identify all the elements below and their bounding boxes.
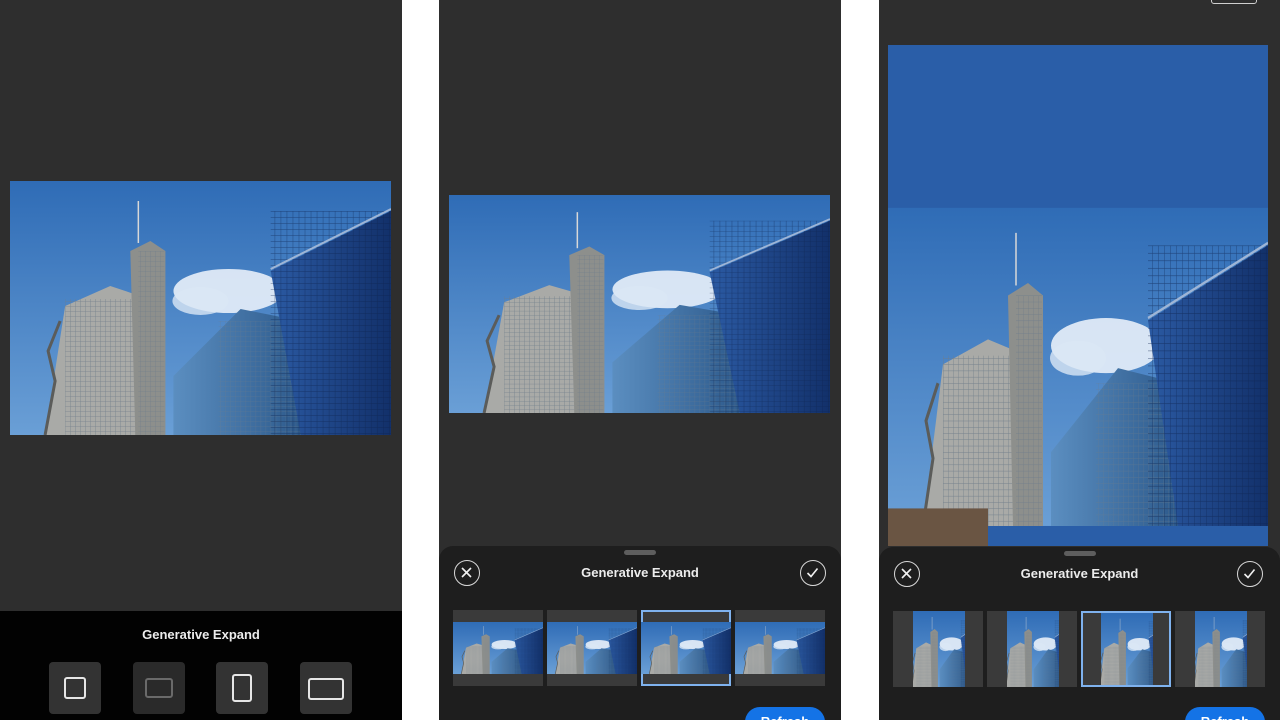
photo-preview	[449, 195, 830, 413]
confirm-button[interactable]	[800, 560, 826, 586]
aspect-original-button	[133, 662, 185, 714]
landscape-ratio-icon	[308, 678, 344, 700]
variation-thumbnail-2[interactable]	[547, 610, 637, 686]
aspect-landscape-button[interactable]	[300, 662, 352, 714]
sheet-handle[interactable]	[1063, 551, 1096, 556]
variation-thumbnail-3-selected[interactable]	[641, 610, 731, 686]
sheet-title: Generative Expand	[581, 565, 699, 580]
generative-expand-sheet: Generative Expand Refresh	[879, 547, 1280, 720]
variation-thumbnail-4[interactable]	[1175, 611, 1265, 687]
variation-thumbnail-1[interactable]	[893, 611, 983, 687]
sheet-title: Generative Expand	[1020, 566, 1139, 581]
variation-thumbnail-1[interactable]	[453, 610, 543, 686]
aspect-portrait-button[interactable]	[216, 662, 268, 714]
generative-expand-sheet: Generative Expand Refresh	[439, 546, 841, 720]
refresh-button[interactable]: Refresh	[1185, 707, 1265, 720]
panel-title: Generative Expand	[142, 627, 260, 642]
variation-thumbnail-2[interactable]	[987, 611, 1077, 687]
checkmark-icon	[1243, 568, 1256, 579]
photo-preview	[888, 45, 1268, 546]
original-ratio-icon	[145, 678, 173, 698]
phone-screen-variations-landscape: Generative Expand Refresh	[439, 0, 841, 720]
sheet-handle[interactable]	[624, 550, 656, 555]
square-ratio-icon	[64, 677, 86, 699]
confirm-button[interactable]	[1237, 561, 1263, 587]
variation-thumbnail-4[interactable]	[735, 610, 825, 686]
variation-thumbnail-3-selected[interactable]	[1081, 611, 1171, 687]
portrait-ratio-icon	[232, 674, 252, 702]
checkmark-icon	[806, 567, 819, 578]
photo-preview	[10, 181, 391, 435]
aspect-square-button[interactable]	[49, 662, 101, 714]
status-chip	[1211, 0, 1257, 4]
phone-screen-aspect-selection: Generative Expand	[0, 0, 402, 720]
refresh-button[interactable]: Refresh	[745, 707, 825, 720]
phone-screen-variations-portrait: Generative Expand Refresh	[879, 0, 1280, 720]
